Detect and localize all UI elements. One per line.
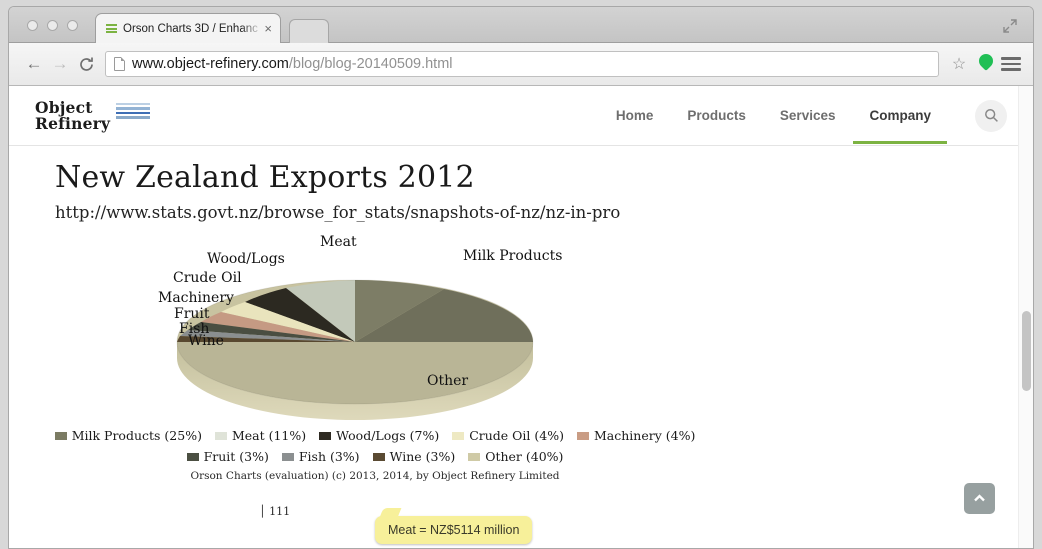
logo-bars-icon (116, 102, 151, 121)
window-minimize-button[interactable] (47, 20, 58, 31)
legend-item-wine[interactable]: Wine (3%) (372, 449, 456, 464)
pie-slice-label-wine: Wine (188, 333, 224, 349)
legend-label-wine: Wine (3%) (389, 449, 456, 464)
pie-slice-label-crude-oil: Crude Oil (173, 270, 242, 286)
search-icon[interactable] (975, 99, 1007, 132)
legend-label-crude-oil: Crude Oil (4%) (469, 428, 564, 443)
legend-swatch-other (468, 452, 481, 461)
pie-slice-label-other: Other (427, 373, 469, 389)
site-logo[interactable]: Object Refinery (35, 99, 151, 133)
nav-item-company[interactable]: Company (853, 87, 947, 144)
legend-item-fruit[interactable]: Fruit (3%) (186, 449, 269, 464)
logo-line-2: Refinery (35, 113, 111, 133)
tab-favicon-icon (106, 23, 117, 34)
legend-label-fruit: Fruit (3%) (203, 449, 269, 464)
nav-item-services[interactable]: Services (778, 87, 838, 144)
legend-row-2: Fruit (3%) Fish (3%) Wine (3%) Other (40… (55, 449, 695, 464)
legend-label-milk-products: Milk Products (25%) (71, 428, 202, 443)
window-zoom-button[interactable] (67, 20, 78, 31)
chart-tooltip: Meat = NZ$5114 million (375, 516, 533, 544)
scroll-to-top-button[interactable] (964, 483, 995, 514)
legend-swatch-machinery (576, 431, 589, 440)
scrollbar-thumb[interactable] (1022, 311, 1031, 391)
new-tab-button[interactable] (289, 19, 329, 43)
legend-item-machinery[interactable]: Machinery (4%) (576, 428, 696, 443)
legend-label-fish: Fish (3%) (298, 449, 360, 464)
page-scrollbar[interactable] (1018, 86, 1033, 548)
legend-swatch-milk-products (54, 431, 67, 440)
chart-legend: Milk Products (25%) Meat (11%) Wood/Logs… (54, 428, 696, 482)
legend-swatch-crude-oil (452, 431, 465, 440)
tab-title: Orson Charts 3D / Enhanc (123, 22, 258, 35)
legend-swatch-meat (214, 431, 227, 440)
back-button[interactable]: ← (21, 51, 47, 77)
nav-item-home[interactable]: Home (614, 87, 656, 144)
legend-swatch-fruit (186, 452, 199, 461)
logo-text: Object Refinery (35, 99, 111, 133)
pie-slice-label-machinery: Machinery (158, 290, 234, 306)
legend-item-other[interactable]: Other (40%) (468, 449, 563, 464)
legend-row-1: Milk Products (25%) Meat (11%) Wood/Logs… (54, 428, 696, 443)
legend-label-other: Other (40%) (485, 449, 564, 464)
page-viewport: Object Refinery Home Products Services C… (9, 86, 1033, 548)
chart-credit: Orson Charts (evaluation) (c) 2013, 2014… (190, 470, 560, 482)
pie-slice-label-milk-products: Milk Products (463, 248, 563, 264)
page-title: New Zealand Exports 2012 (55, 160, 475, 195)
legend-label-machinery: Machinery (4%) (593, 428, 696, 443)
legend-swatch-wine (372, 452, 385, 461)
hamburger-menu-icon[interactable] (1001, 57, 1021, 71)
legend-swatch-fish (281, 452, 294, 461)
url-host: www.object-refinery.com (132, 56, 289, 72)
chevron-up-icon (974, 494, 985, 502)
tooltip-text: Meat = NZ$5114 million (388, 523, 520, 537)
source-url-text: http://www.stats.govt.nz/browse_for_stat… (55, 203, 621, 222)
pie-svg (176, 279, 534, 420)
green-pin-icon[interactable] (978, 54, 994, 74)
pie-chart[interactable]: Meat Milk Products Wood/Logs Crude Oil M… (54, 232, 696, 544)
legend-item-milk-products[interactable]: Milk Products (25%) (54, 428, 202, 443)
site-nav: Home Products Services Company (614, 87, 1007, 144)
legend-item-meat[interactable]: Meat (11%) (214, 428, 307, 443)
page-document-icon (114, 57, 125, 71)
legend-label-wood-logs: Wood/Logs (7%) (336, 428, 440, 443)
pie-slice-label-fruit: Fruit (174, 306, 210, 322)
maximize-icon[interactable] (1001, 17, 1019, 35)
clipped-chart-fragment: │ 111 (259, 505, 291, 518)
pie-graphic: Meat Milk Products Wood/Logs Crude Oil M… (55, 232, 695, 432)
window-close-button[interactable] (27, 20, 38, 31)
pie-slice-label-wood-logs: Wood/Logs (207, 251, 285, 267)
reload-button[interactable] (73, 51, 99, 77)
address-bar[interactable]: www.object-refinery.com/blog/blog-201405… (105, 51, 939, 77)
legend-item-fish[interactable]: Fish (3%) (281, 449, 360, 464)
pie-slice-label-meat: Meat (320, 234, 357, 250)
page-content: New Zealand Exports 2012 http://www.stat… (9, 146, 1033, 544)
tab-close-icon[interactable]: × (262, 22, 274, 35)
bookmark-star-icon[interactable]: ☆ (947, 52, 971, 76)
forward-button[interactable]: → (47, 51, 73, 77)
legend-label-meat: Meat (11%) (231, 428, 307, 443)
browser-tab[interactable]: Orson Charts 3D / Enhanc × (95, 13, 281, 43)
nav-item-products[interactable]: Products (685, 87, 748, 144)
browser-window: Orson Charts 3D / Enhanc × ← → www.objec… (8, 6, 1034, 549)
site-header: Object Refinery Home Products Services C… (9, 86, 1033, 146)
browser-toolbar: ← → www.object-refinery.com/blog/blog-20… (9, 43, 1033, 86)
legend-item-wood-logs[interactable]: Wood/Logs (7%) (319, 428, 439, 443)
legend-item-crude-oil[interactable]: Crude Oil (4%) (452, 428, 564, 443)
tab-strip: Orson Charts 3D / Enhanc × (9, 7, 1033, 43)
legend-swatch-wood-logs (319, 431, 332, 440)
url-path: /blog/blog-20140509.html (288, 56, 453, 72)
